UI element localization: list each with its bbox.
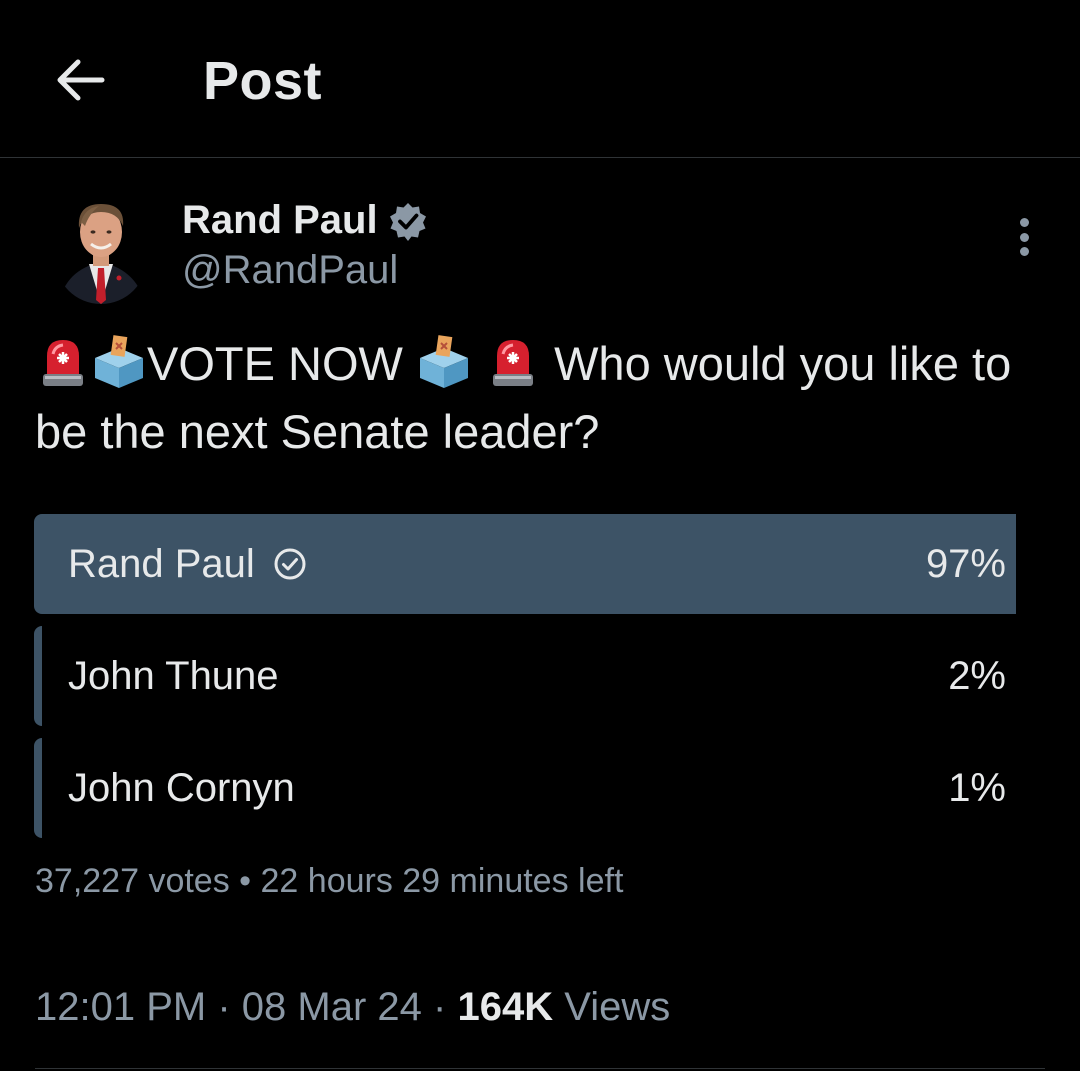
arrow-left-icon (57, 59, 105, 101)
poll-option-rand-paul[interactable]: Rand Paul 97% (34, 514, 1016, 614)
ballot-box-emoji (419, 335, 468, 388)
divider (35, 1068, 1045, 1069)
avatar-image (55, 192, 147, 304)
poll-time-left: 22 hours 29 minutes left (260, 862, 624, 900)
poll-votes: 37,227 votes (35, 862, 230, 900)
author-name-row[interactable]: Rand Paul (182, 198, 428, 243)
poll-option-label: John Thune (68, 653, 279, 698)
ballot-box-emoji (95, 335, 143, 388)
poll-label-row: John Thune (68, 626, 279, 726)
poll-label-row: John Cornyn (68, 738, 295, 838)
poll-meta-separator: • (239, 862, 252, 900)
top-bar: Post (0, 0, 1080, 158)
tweet-time[interactable]: 12:01 PM (35, 985, 206, 1029)
poll-option-john-cornyn[interactable]: John Cornyn 1% (34, 738, 1016, 838)
poll-option-label: John Cornyn (68, 765, 295, 810)
tweet-timestamp-row: 12:01 PM · 08 Mar 24 · 164K Views (35, 985, 670, 1030)
timestamp-separator: · (217, 985, 231, 1029)
more-dot (1019, 232, 1029, 242)
views-label: Views (564, 985, 671, 1029)
police-light-emoji (493, 340, 534, 386)
verified-badge-icon (389, 202, 426, 241)
poll-option-john-thune[interactable]: John Thune 2% (34, 626, 1016, 726)
poll-option-percent: 97% (925, 541, 1006, 586)
poll-label-row: Rand Paul (68, 514, 307, 614)
tweet-text: VOTE NOW Who would you like to be the ne… (35, 330, 1045, 466)
poll-option-percent: 1% (948, 765, 1006, 810)
poll-option-label: Rand Paul (68, 541, 255, 586)
tweet-date[interactable]: 08 Mar 24 (242, 985, 422, 1029)
avatar[interactable] (55, 192, 147, 304)
tweet-text-part1: VOTE NOW (147, 337, 403, 390)
check-circle-icon (274, 548, 306, 580)
poll-bar (34, 738, 42, 838)
views-count[interactable]: 164K (457, 985, 553, 1029)
more-dots-icon (1019, 218, 1029, 227)
poll-bar (34, 626, 42, 726)
more-options-button[interactable] (1004, 214, 1044, 260)
poll-meta: 37,227 votes • 22 hours 29 minutes left (35, 862, 623, 901)
author-handle[interactable]: @RandPaul (182, 248, 398, 293)
timestamp-separator: · (433, 985, 447, 1029)
author-name: Rand Paul (182, 198, 378, 242)
more-dot (1019, 247, 1029, 256)
poll-option-percent: 2% (948, 653, 1006, 698)
police-light-emoji (43, 340, 83, 386)
page-title: Post (203, 51, 323, 111)
back-button[interactable] (50, 52, 110, 108)
